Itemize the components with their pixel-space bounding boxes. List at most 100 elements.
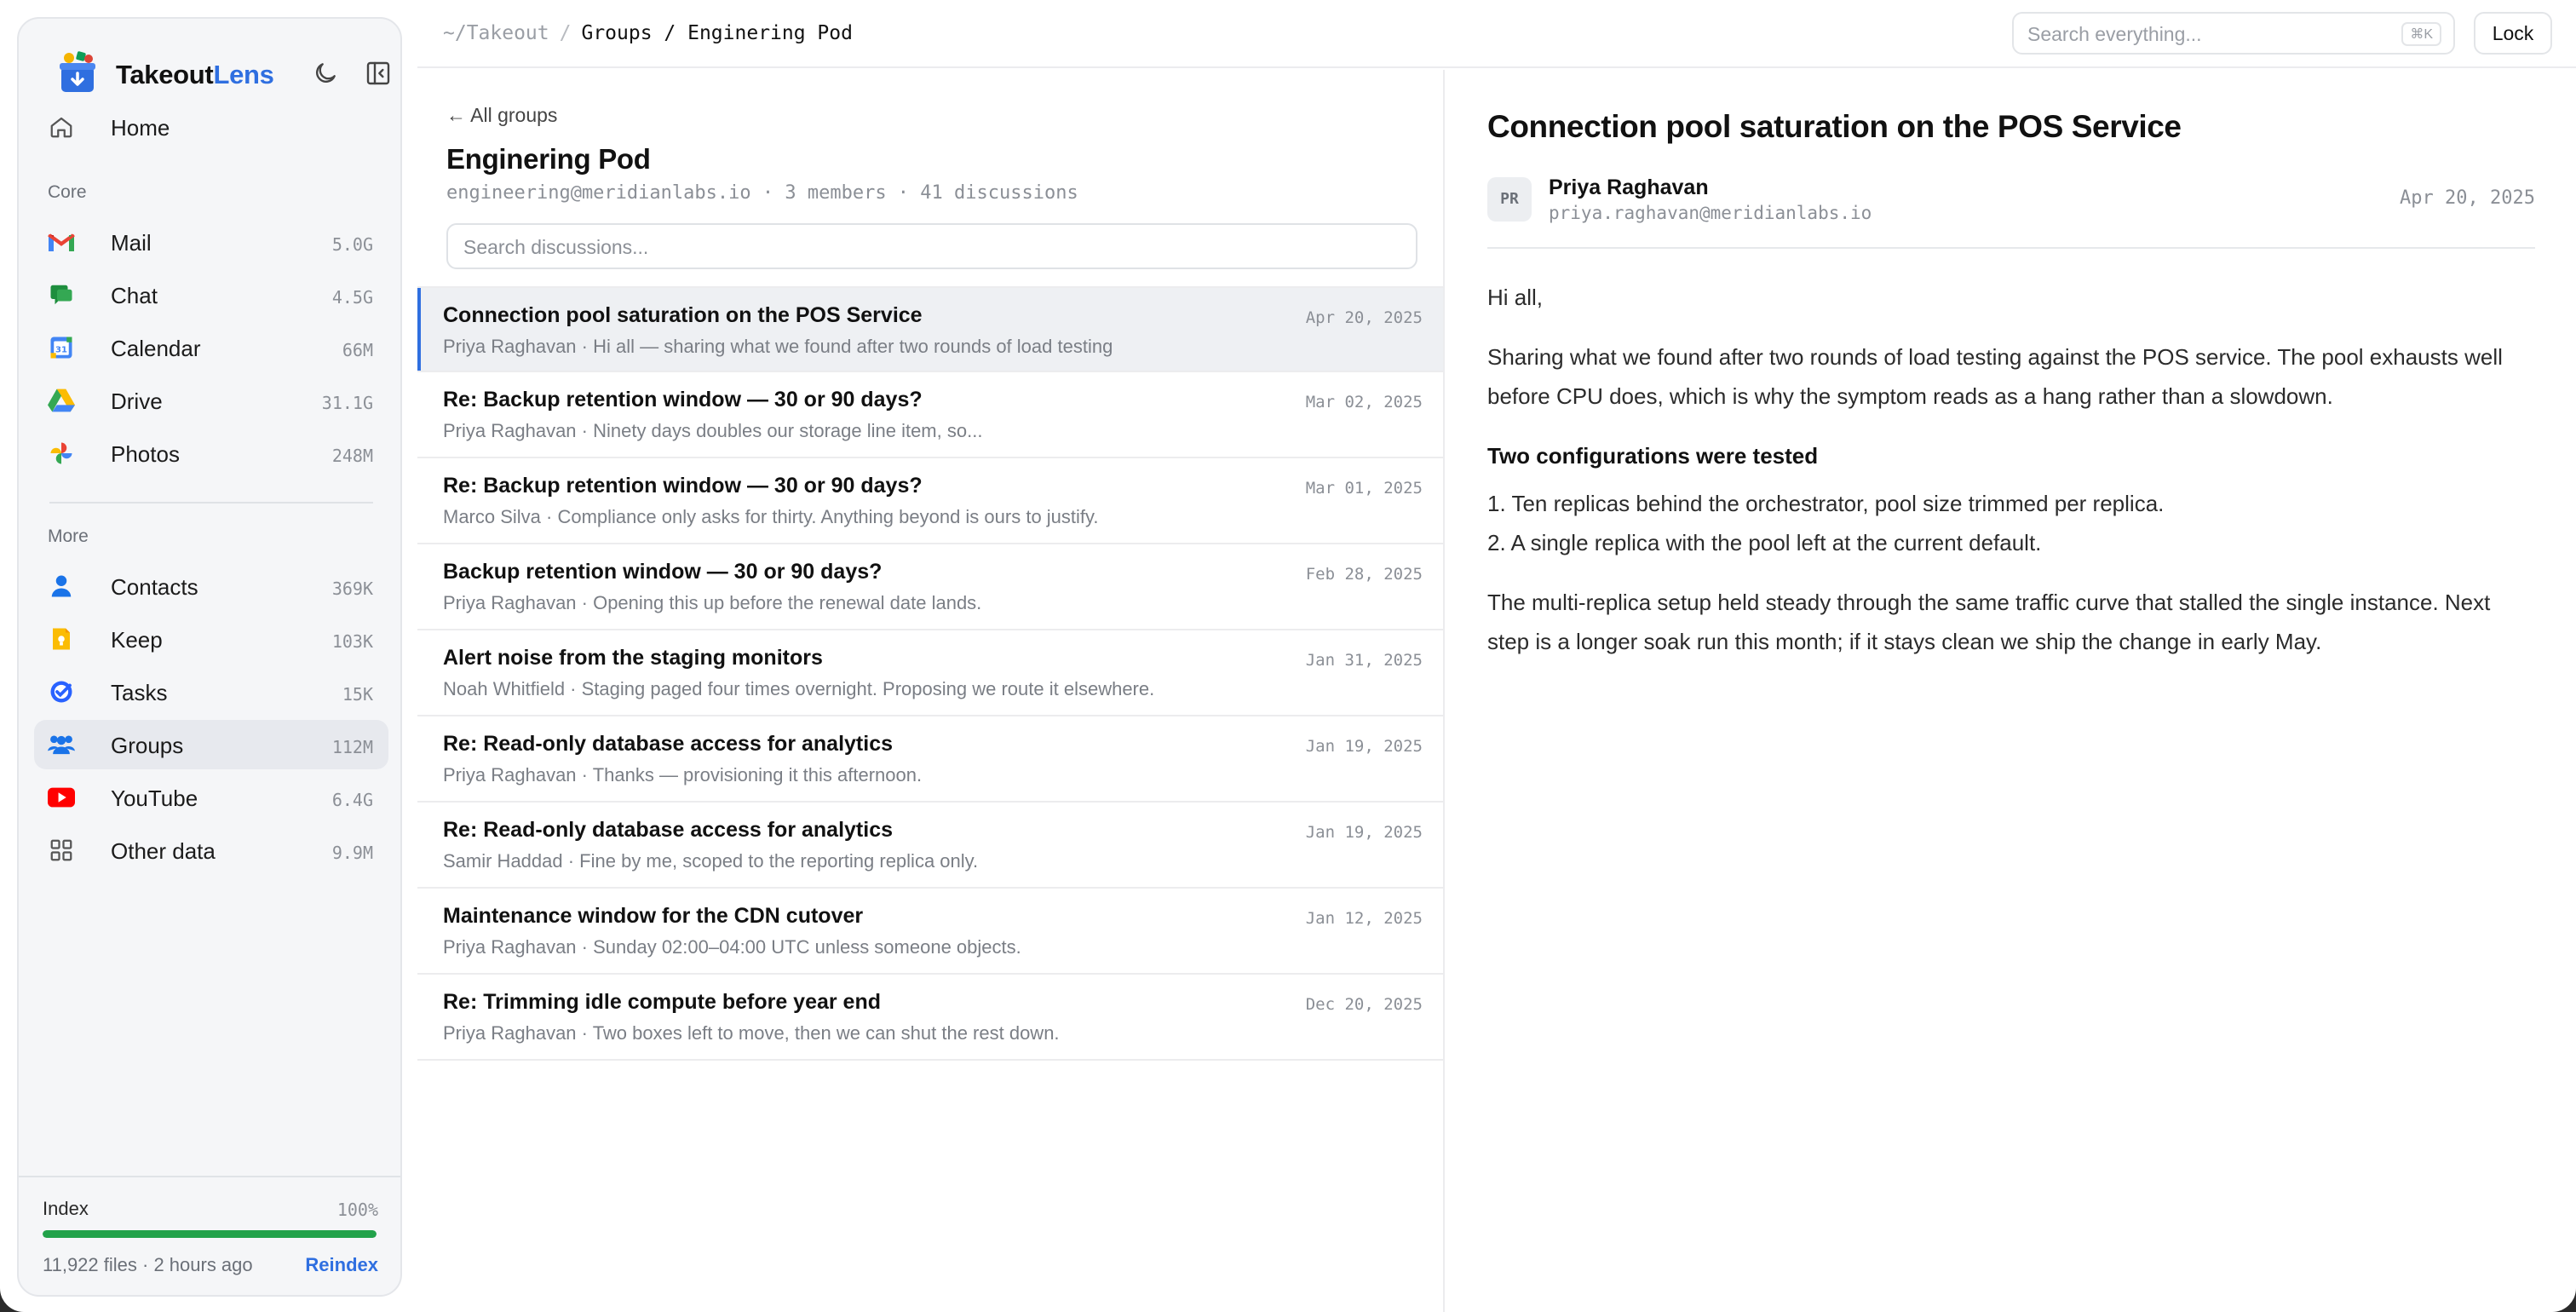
brand-name: TakeoutLens: [116, 60, 274, 90]
thread-date: Feb 28, 2025: [1305, 565, 1423, 584]
thread-row[interactable]: Re: Read-only database access for analyt…: [417, 803, 1443, 889]
sidebar-item-size: 103K: [331, 631, 373, 652]
sidebar-item-home[interactable]: Home: [34, 102, 388, 152]
sidebar-item-size: 369K: [331, 578, 373, 599]
sidebar-item-label: YouTube: [111, 785, 198, 811]
sidebar-item-size: 15K: [342, 684, 373, 705]
thread-preview: Marco Silva · Compliance only asks for t…: [443, 506, 1099, 527]
group-meta: engineering@meridianlabs.io · 3 members …: [446, 182, 1078, 204]
sidebar-item-label: Keep: [111, 627, 163, 653]
sidebar-item-drive[interactable]: Drive 31.1G: [34, 376, 388, 425]
theme-toggle-button[interactable]: [308, 56, 342, 90]
author-email: priya.raghavan@meridianlabs.io: [1549, 203, 1872, 223]
thread-row[interactable]: Connection pool saturation on the POS Se…: [417, 286, 1443, 372]
chat-icon: [48, 281, 75, 308]
reindex-button[interactable]: Reindex: [305, 1254, 378, 1276]
app-window: TakeoutLens Home Core Mail 5.0G Chat 4.5…: [0, 0, 2576, 1312]
thread-row[interactable]: Re: Read-only database access for analyt…: [417, 716, 1443, 803]
breadcrumb-current: Groups / Enginering Pod: [581, 22, 853, 44]
message-title: Connection pool saturation on the POS Se…: [1487, 109, 2182, 144]
discussion-search-input[interactable]: [463, 235, 1383, 259]
brand-name-part2: Lens: [213, 60, 274, 89]
moon-icon: [316, 63, 336, 83]
sidebar-divider: [49, 502, 373, 504]
breadcrumb-separator: /: [559, 22, 572, 44]
thread-date: Apr 20, 2025: [1305, 308, 1423, 327]
collapse-sidebar-button[interactable]: [361, 56, 395, 90]
brand: TakeoutLens: [37, 36, 390, 97]
thread-subject: Re: Trimming idle compute before year en…: [443, 990, 882, 1014]
breadcrumb: ~/Takeout / Groups / Enginering Pod: [443, 22, 853, 44]
all-groups-link[interactable]: ← All groups: [446, 104, 557, 127]
discussion-search[interactable]: [446, 223, 1417, 269]
thread-row[interactable]: Maintenance window for the CDN cutover P…: [417, 889, 1443, 975]
index-files-count: 11,922 files · 2 hours ago: [43, 1254, 253, 1275]
grid-icon: [48, 837, 75, 864]
thread-preview: Priya Raghavan · Hi all — sharing what w…: [443, 336, 1113, 357]
sidebar-item-label: Contacts: [111, 574, 198, 600]
sidebar-item-groups[interactable]: Groups 112M: [34, 720, 388, 769]
contacts-icon: [48, 573, 75, 600]
index-status: Index 100% 11,922 files · 2 hours ago Re…: [19, 1176, 400, 1295]
thread-subject: Alert noise from the staging monitors: [443, 646, 823, 670]
sidebar-item-label: Tasks: [111, 680, 168, 705]
sidebar-item-tasks[interactable]: Tasks 15K: [34, 667, 388, 716]
author-name: Priya Raghavan: [1549, 176, 1709, 199]
thread-preview: Priya Raghavan · Ninety days doubles our…: [443, 420, 983, 441]
home-icon: [48, 113, 75, 141]
sidebar-collapse-icon: [366, 61, 390, 85]
thread-date: Jan 19, 2025: [1305, 823, 1423, 842]
sidebar-item-size: 4.5G: [331, 287, 373, 308]
sidebar-item-photos[interactable]: Photos 248M: [34, 429, 388, 478]
thread-row[interactable]: Alert noise from the staging monitors No…: [417, 630, 1443, 716]
svg-text:31: 31: [55, 346, 67, 355]
global-search[interactable]: ⌘K: [2012, 12, 2455, 55]
sidebar-section-more: More: [48, 527, 89, 546]
thread-preview: Priya Raghavan · Sunday 02:00–04:00 UTC …: [443, 936, 1021, 958]
breadcrumb-root[interactable]: ~/Takeout: [443, 22, 549, 44]
drive-icon: [48, 387, 75, 414]
sidebar-item-label: Home: [111, 115, 170, 141]
calendar-icon: 31: [48, 334, 75, 361]
thread-date: Dec 20, 2025: [1305, 995, 1423, 1014]
thread-preview: Priya Raghavan · Two boxes left to move,…: [443, 1022, 1060, 1044]
sidebar-item-size: 9.9M: [331, 843, 373, 863]
index-percent: 100%: [336, 1200, 378, 1220]
groups-icon: [48, 731, 75, 758]
sidebar-item-size: 6.4G: [331, 790, 373, 810]
lock-button[interactable]: Lock: [2474, 12, 2552, 55]
sidebar-item-contacts[interactable]: Contacts 369K: [34, 561, 388, 611]
thread-list: Connection pool saturation on the POS Se…: [417, 286, 1443, 1061]
thread-date: Jan 19, 2025: [1305, 737, 1423, 756]
thread-row[interactable]: Re: Backup retention window — 30 or 90 d…: [417, 372, 1443, 458]
thread-date: Mar 01, 2025: [1305, 479, 1423, 498]
message-paragraph: Sharing what we found after two rounds o…: [1487, 344, 2503, 409]
sidebar-item-mail[interactable]: Mail 5.0G: [34, 217, 388, 267]
thread-subject: Re: Backup retention window — 30 or 90 d…: [443, 388, 923, 411]
sidebar-item-youtube[interactable]: YouTube 6.4G: [34, 773, 388, 822]
message-body: Hi all, Sharing what we found after two …: [1487, 278, 2535, 682]
thread-row[interactable]: Re: Backup retention window — 30 or 90 d…: [417, 458, 1443, 544]
sidebar-item-label: Drive: [111, 388, 163, 414]
sidebar-item-chat[interactable]: Chat 4.5G: [34, 270, 388, 319]
message-paragraph: The multi-replica setup held steady thro…: [1487, 590, 2491, 654]
thread-row[interactable]: Re: Trimming idle compute before year en…: [417, 975, 1443, 1061]
group-title: Enginering Pod: [446, 143, 651, 175]
sidebar-item-label: Calendar: [111, 336, 201, 361]
sidebar-item-other-data[interactable]: Other data 9.9M: [34, 826, 388, 875]
thread-date: Jan 12, 2025: [1305, 909, 1423, 928]
sidebar-item-label: Photos: [111, 441, 180, 467]
thread-date: Mar 02, 2025: [1305, 393, 1423, 411]
sidebar-section-core: Core: [48, 182, 87, 202]
topbar: ~/Takeout / Groups / Enginering Pod ⌘K Loc…: [417, 0, 2576, 68]
sidebar-item-keep[interactable]: Keep 103K: [34, 614, 388, 664]
message-reading-pane: Connection pool saturation on the POS Se…: [1446, 70, 2576, 1312]
sidebar-item-size: 31.1G: [321, 393, 373, 413]
sidebar-item-calendar[interactable]: 31 Calendar 66M: [34, 323, 388, 372]
global-search-input[interactable]: [2027, 22, 2385, 46]
discussion-list-pane: ← All groups Enginering Pod engineering@…: [417, 70, 1445, 1312]
thread-row[interactable]: Backup retention window — 30 or 90 days?…: [417, 544, 1443, 630]
sidebar-item-label: Mail: [111, 230, 152, 256]
message-greeting: Hi all,: [1487, 285, 1544, 310]
photos-icon: [48, 440, 75, 467]
